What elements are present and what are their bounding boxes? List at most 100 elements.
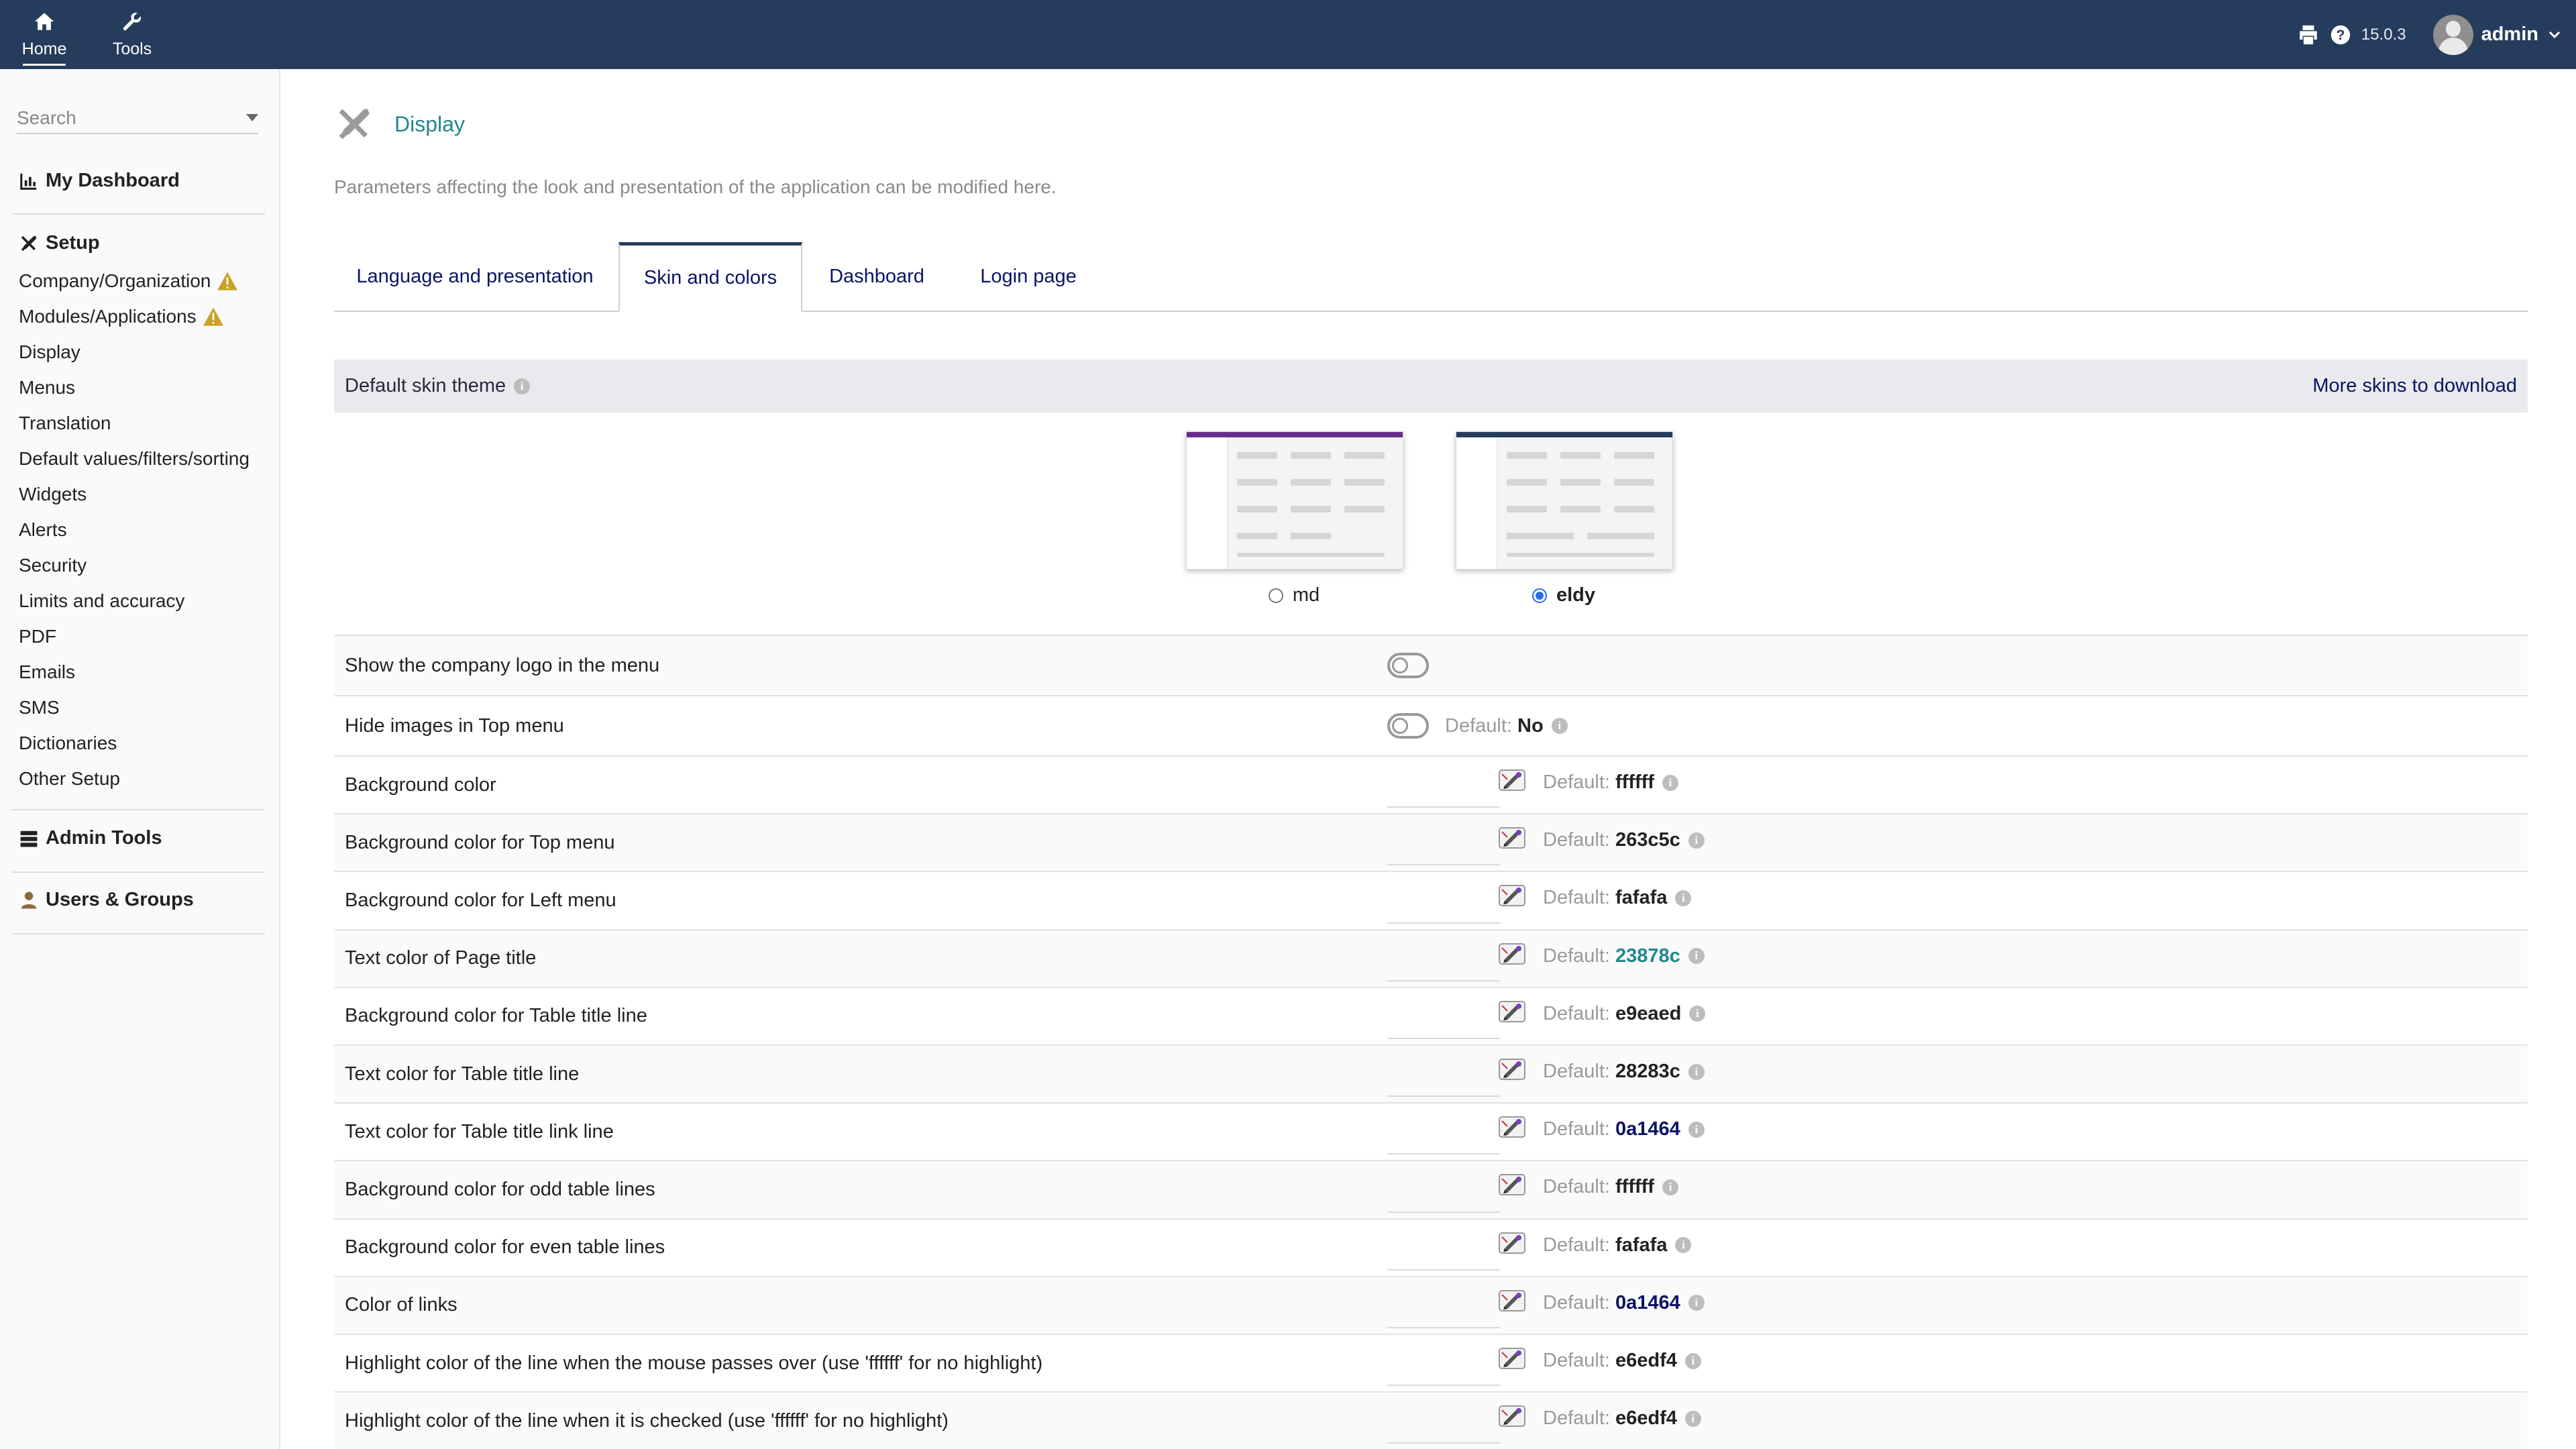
info-icon[interactable]: i bbox=[1675, 890, 1692, 906]
home-icon bbox=[34, 13, 54, 30]
color-picker-icon[interactable] bbox=[1498, 1405, 1526, 1428]
sidebar-users-groups[interactable]: Users & Groups bbox=[19, 889, 194, 911]
color-picker-icon[interactable] bbox=[1498, 943, 1526, 965]
search-select[interactable]: Search bbox=[17, 103, 258, 134]
info-icon[interactable]: i bbox=[514, 378, 531, 394]
color-input[interactable] bbox=[1387, 864, 1500, 866]
info-icon[interactable]: i bbox=[1684, 1352, 1701, 1369]
sidebar-item-widgets[interactable]: Widgets bbox=[19, 484, 87, 505]
default-value: Default: No i bbox=[1445, 715, 1568, 737]
tab-language-presentation[interactable]: Language and presentation bbox=[334, 242, 616, 311]
sidebar-item-translation[interactable]: Translation bbox=[19, 413, 111, 434]
info-icon[interactable]: i bbox=[1688, 832, 1705, 849]
nav-tools[interactable]: Tools bbox=[102, 0, 162, 69]
sidebar-item-security[interactable]: Security bbox=[19, 555, 87, 576]
color-input[interactable] bbox=[1387, 1385, 1500, 1387]
page-title-row: Display bbox=[334, 104, 465, 144]
info-icon[interactable]: i bbox=[1688, 1121, 1705, 1138]
color-input[interactable] bbox=[1387, 922, 1500, 924]
setting-row: Background color for Left menu Default: f… bbox=[334, 871, 2528, 928]
info-icon[interactable]: i bbox=[1688, 1295, 1705, 1311]
skin-preview-eldy[interactable] bbox=[1456, 431, 1673, 570]
setting-label: Background color for even table lines bbox=[345, 1236, 665, 1258]
default-value: Default: ffffff i bbox=[1543, 1176, 1678, 1198]
sidebar-item-dictionaries[interactable]: Dictionaries bbox=[19, 733, 117, 754]
color-picker-icon[interactable] bbox=[1498, 1116, 1526, 1138]
divider bbox=[11, 809, 265, 810]
default-label: Default bbox=[1543, 771, 1605, 793]
toggle-company-logo[interactable] bbox=[1387, 653, 1429, 678]
avatar[interactable] bbox=[2432, 14, 2473, 55]
skin-preview-md[interactable] bbox=[1186, 431, 1403, 570]
color-input[interactable] bbox=[1387, 979, 1500, 981]
help-icon[interactable]: ? bbox=[2329, 23, 2352, 46]
color-input[interactable] bbox=[1387, 1095, 1500, 1097]
setting-row: Background color Default: ffffff i bbox=[334, 755, 2528, 813]
color-input[interactable] bbox=[1387, 1326, 1500, 1328]
default-text: e9eaed bbox=[1615, 1002, 1682, 1024]
info-icon[interactable]: i bbox=[1662, 774, 1678, 791]
sidebar-item-limits[interactable]: Limits and accuracy bbox=[19, 590, 184, 612]
skin-theme-title: Default skin theme bbox=[345, 375, 506, 396]
color-input[interactable] bbox=[1387, 1153, 1500, 1155]
sidebar-item-sms[interactable]: SMS bbox=[19, 697, 60, 718]
nav-home[interactable]: Home bbox=[13, 0, 75, 69]
sidebar-item-default-values[interactable]: Default values/filters/sorting bbox=[19, 448, 250, 470]
color-picker-icon[interactable] bbox=[1498, 826, 1526, 849]
color-input[interactable] bbox=[1387, 806, 1500, 808]
default-label: Default bbox=[1543, 1061, 1605, 1082]
default-label: Default bbox=[1445, 714, 1507, 737]
sidebar-item-display[interactable]: Display bbox=[19, 341, 80, 363]
skin-option-md[interactable]: md bbox=[1186, 431, 1403, 606]
sidebar-item-alerts[interactable]: Alerts bbox=[19, 519, 67, 541]
skin-option-eldy[interactable]: eldy bbox=[1456, 431, 1673, 606]
color-input[interactable] bbox=[1387, 1211, 1500, 1213]
default-value: Default: 0a1464 i bbox=[1543, 1118, 1705, 1140]
chevron-down-icon[interactable] bbox=[2546, 27, 2563, 43]
color-picker-icon[interactable] bbox=[1498, 1000, 1526, 1023]
sidebar-admin-tools[interactable]: Admin Tools bbox=[19, 827, 162, 849]
info-icon[interactable]: i bbox=[1688, 948, 1705, 965]
color-picker-icon[interactable] bbox=[1498, 1289, 1526, 1312]
setting-label: Text color for Table title line bbox=[345, 1063, 580, 1085]
tab-login-page[interactable]: Login page bbox=[951, 242, 1106, 311]
info-icon[interactable]: i bbox=[1675, 1237, 1692, 1254]
sidebar-item-other-setup[interactable]: Other Setup bbox=[19, 768, 120, 790]
color-picker-icon[interactable] bbox=[1498, 1347, 1526, 1370]
sidebar-item-menus[interactable]: Menus bbox=[19, 377, 75, 398]
info-icon[interactable]: i bbox=[1551, 718, 1568, 734]
sidebar-my-dashboard[interactable]: My Dashboard bbox=[19, 170, 180, 192]
color-picker-icon[interactable] bbox=[1498, 1058, 1526, 1081]
tab-dashboard[interactable]: Dashboard bbox=[805, 242, 949, 311]
color-input[interactable] bbox=[1387, 1269, 1500, 1271]
default-label: Default bbox=[1543, 1407, 1605, 1430]
divider bbox=[11, 933, 265, 934]
skin-radio-eldy[interactable] bbox=[1532, 588, 1547, 603]
nav-tools-label: Tools bbox=[112, 40, 152, 58]
sidebar-item-pdf[interactable]: PDF bbox=[19, 626, 56, 647]
info-icon[interactable]: i bbox=[1688, 1063, 1705, 1080]
sidebar-setup[interactable]: Setup bbox=[19, 232, 100, 254]
sidebar-item-modules[interactable]: Modules/Applications bbox=[19, 306, 225, 327]
color-input[interactable] bbox=[1387, 1037, 1500, 1039]
color-picker-icon[interactable] bbox=[1498, 884, 1526, 907]
toggle-hide-top-images[interactable] bbox=[1387, 713, 1429, 739]
sidebar-item-emails[interactable]: Emails bbox=[19, 661, 75, 683]
divider bbox=[11, 871, 265, 873]
more-skins-link[interactable]: More skins to download bbox=[2312, 375, 2517, 397]
info-icon[interactable]: i bbox=[1662, 1179, 1678, 1195]
info-icon[interactable]: i bbox=[1684, 1410, 1701, 1427]
default-text: 0a1464 bbox=[1615, 1291, 1680, 1313]
sidebar-item-company[interactable]: Company/Organization bbox=[19, 270, 239, 292]
color-picker-icon[interactable] bbox=[1498, 1232, 1526, 1254]
print-icon[interactable] bbox=[2297, 23, 2320, 46]
username[interactable]: admin bbox=[2481, 23, 2538, 46]
default-label: Default bbox=[1543, 945, 1605, 967]
skin-name-md: md bbox=[1292, 584, 1320, 606]
color-input[interactable] bbox=[1387, 1442, 1500, 1444]
tab-skin-colors[interactable]: Skin and colors bbox=[619, 242, 802, 312]
info-icon[interactable]: i bbox=[1689, 1006, 1706, 1022]
skin-radio-md[interactable] bbox=[1268, 588, 1283, 603]
color-picker-icon[interactable] bbox=[1498, 1173, 1526, 1196]
color-picker-icon[interactable] bbox=[1498, 769, 1526, 792]
